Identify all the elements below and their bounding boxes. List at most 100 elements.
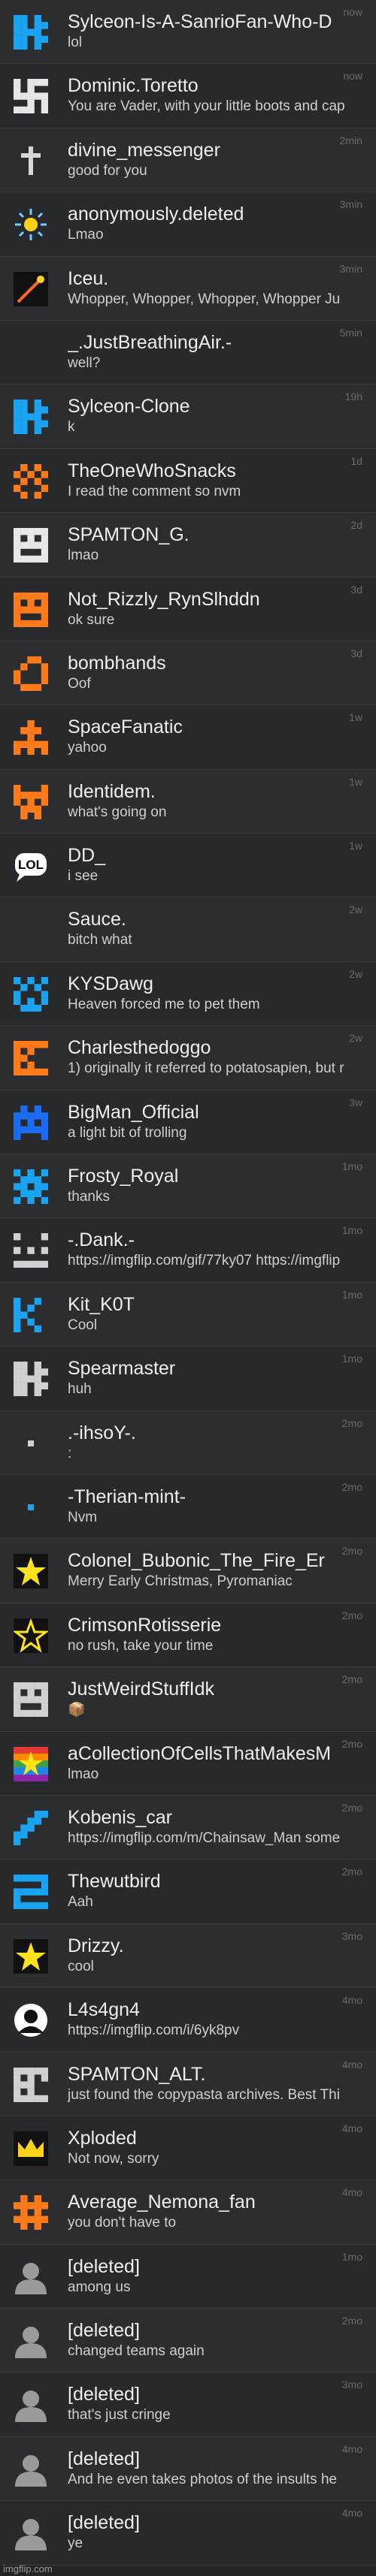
- list-item[interactable]: CrimsonRotisserie no rush, take your time…: [0, 1603, 376, 1668]
- username[interactable]: Dominic.Toretto: [68, 74, 361, 97]
- list-item[interactable]: Xploded Not now, sorry 4mo: [0, 2116, 376, 2181]
- list-item[interactable]: .-ihsoY-.: 2mo: [0, 1410, 376, 1475]
- list-item[interactable]: _.JustBreathingAir.- well? 5min: [0, 320, 376, 385]
- username[interactable]: BigMan_Official: [68, 1101, 361, 1124]
- pixel-orange-c-icon[interactable]: [14, 1041, 48, 1076]
- username[interactable]: Not_Rizzly_RynSlhddn: [68, 588, 361, 611]
- username[interactable]: Sylceon-Is-A-SanrioFan-Who-D: [68, 11, 361, 33]
- list-item[interactable]: Not_Rizzly_RynSlhddn ok sure 3d: [0, 577, 376, 641]
- list-item[interactable]: Colonel_Bubonic_The_Fire_Er Merry Early C…: [0, 1539, 376, 1603]
- list-item[interactable]: TheOneWhoSnacks I read the comment so nvm…: [0, 448, 376, 514]
- list-item[interactable]: JustWeirdStuffIdk 📦 2mo: [0, 1667, 376, 1732]
- default-user-icon[interactable]: [14, 2387, 48, 2423]
- username[interactable]: -.Dank.-: [68, 1229, 361, 1251]
- username[interactable]: TheOneWhoSnacks: [68, 460, 361, 482]
- dot-icon[interactable]: [14, 1490, 48, 1525]
- pixel-face-icon[interactable]: [14, 528, 48, 563]
- username[interactable]: Drizzy.: [68, 1935, 361, 1957]
- blank-icon[interactable]: [14, 912, 48, 947]
- swastika-shape-icon[interactable]: [14, 79, 48, 114]
- pixel-orange-hash-icon[interactable]: [14, 2195, 48, 2231]
- list-item[interactable]: -.Dank.- https://imgflip.com/gif/77ky07 h…: [0, 1218, 376, 1283]
- list-item[interactable]: Charlesthedoggo 1) originally it referred…: [0, 1026, 376, 1090]
- default-user-icon[interactable]: [14, 2260, 48, 2294]
- list-item[interactable]: [deleted] changed teams again 2mo: [0, 2309, 376, 2373]
- username[interactable]: JustWeirdStuffIdk: [68, 1678, 361, 1700]
- star-icon[interactable]: [14, 1554, 48, 1589]
- pixel-blue-s-icon[interactable]: [14, 15, 48, 50]
- sun-icon[interactable]: [14, 207, 48, 242]
- pixel-blue-s2-icon[interactable]: [14, 1875, 48, 1910]
- username[interactable]: L4s4gn4: [68, 1998, 361, 2021]
- username[interactable]: Colonel_Bubonic_The_Fire_Er: [68, 1549, 361, 1572]
- username[interactable]: _.JustBreathingAir.-: [68, 331, 361, 354]
- blank-icon[interactable]: [14, 336, 48, 370]
- username[interactable]: SpaceFanatic: [68, 716, 361, 738]
- list-item[interactable]: Kit_K0T Cool 1mo: [0, 1282, 376, 1347]
- username[interactable]: CrimsonRotisserie: [68, 1614, 361, 1636]
- list-item[interactable]: L4s4gn4 https://imgflip.com/i/6yk8pv 4mo: [0, 1988, 376, 2053]
- list-item[interactable]: divine_messenger good for you 2min: [0, 128, 376, 193]
- pixel-blue-s-icon[interactable]: [14, 400, 48, 435]
- pixel-orange-ring-icon[interactable]: [14, 656, 48, 691]
- username[interactable]: Frosty_Royal: [68, 1165, 361, 1187]
- list-item[interactable]: [deleted] ye 4mo: [0, 2501, 376, 2565]
- username[interactable]: bombhands: [68, 652, 361, 674]
- list-item[interactable]: Iceu. Whopper, Whopper, Whopper, Whopper …: [0, 256, 376, 321]
- username[interactable]: [deleted]: [68, 2255, 361, 2278]
- list-item[interactable]: SPAMTON_ALT. just found the copypasta arc…: [0, 2052, 376, 2116]
- username[interactable]: Charlesthedoggo: [68, 1036, 361, 1059]
- rainbow-star-icon[interactable]: [14, 1746, 48, 1781]
- username[interactable]: Sylceon-Clone: [68, 395, 361, 418]
- list-item[interactable]: Identidem. what's going on 1w: [0, 769, 376, 834]
- list-item[interactable]: Sauce. bitch what 2w: [0, 897, 376, 962]
- pixel-orange-t-icon[interactable]: [14, 720, 48, 756]
- username[interactable]: aCollectionOfCellsThatMakesM: [68, 1742, 361, 1765]
- pixel-blue-diag-icon[interactable]: [14, 1810, 48, 1845]
- username[interactable]: KYSDawg: [68, 973, 361, 995]
- default-user-icon[interactable]: [14, 2516, 48, 2551]
- list-item[interactable]: LOL DD_ i see 1w: [0, 834, 376, 898]
- username[interactable]: Thewutbird: [68, 1870, 361, 1893]
- list-item[interactable]: SpaceFanatic yahoo 1w: [0, 705, 376, 770]
- list-item[interactable]: Thewutbird Aah 2mo: [0, 1860, 376, 1924]
- lol-bubble-icon[interactable]: LOL: [14, 849, 48, 883]
- list-item[interactable]: [deleted] that's just cringe 3mo: [0, 2372, 376, 2437]
- username[interactable]: -Therian-mint-: [68, 1486, 361, 1508]
- username[interactable]: Kit_K0T: [68, 1293, 361, 1316]
- username[interactable]: SPAMTON_ALT.: [68, 2063, 361, 2086]
- username[interactable]: [deleted]: [68, 2511, 361, 2534]
- username[interactable]: Xploded: [68, 2127, 361, 2149]
- username[interactable]: SPAMTON_G.: [68, 523, 361, 546]
- list-item[interactable]: Sylceon-Is-A-SanrioFan-Who-D lol now: [0, 0, 376, 65]
- username[interactable]: Average_Nemona_fan: [68, 2191, 361, 2213]
- list-item[interactable]: -Therian-mint- Nvm 2mo: [0, 1474, 376, 1540]
- list-item[interactable]: [deleted] And he even takes photos of the…: [0, 2436, 376, 2502]
- list-item[interactable]: bombhands Oof 3d: [0, 641, 376, 706]
- username[interactable]: Identidem.: [68, 780, 361, 803]
- cross-icon[interactable]: [14, 143, 48, 178]
- pixel-grey-s-icon[interactable]: [14, 1362, 48, 1397]
- list-item[interactable]: aCollectionOfCellsThatMakesM lmao 2mo: [0, 1731, 376, 1796]
- default-user-icon[interactable]: [14, 2452, 48, 2487]
- pixel-grey-box-icon[interactable]: [14, 1682, 48, 1718]
- person-circle-icon[interactable]: [14, 2003, 48, 2038]
- pixel-grey-face-icon[interactable]: [14, 1233, 48, 1268]
- star-outline-icon[interactable]: [14, 1618, 48, 1653]
- pixel-orange-face-icon[interactable]: [14, 592, 48, 627]
- pixel-blue-k-icon[interactable]: [14, 1297, 48, 1332]
- pixel-blue-cross-icon[interactable]: [14, 1169, 48, 1205]
- username[interactable]: DD_: [68, 844, 361, 867]
- list-item[interactable]: Spearmaster huh 1mo: [0, 1347, 376, 1411]
- list-item[interactable]: Drizzy. cool 3mo: [0, 1923, 376, 1989]
- list-item[interactable]: Frosty_Royal thanks 1mo: [0, 1154, 376, 1219]
- username[interactable]: Sauce.: [68, 908, 361, 931]
- pixel-blue-invader-icon[interactable]: [14, 1105, 48, 1140]
- crown-icon[interactable]: [14, 2131, 48, 2166]
- list-item[interactable]: [deleted] among us 1mo: [0, 2244, 376, 2309]
- list-item[interactable]: Dominic.Toretto You are Vader, with your …: [0, 64, 376, 128]
- list-item[interactable]: KYSDawg Heaven forced me to pet them 2w: [0, 961, 376, 1027]
- username[interactable]: [deleted]: [68, 2383, 361, 2406]
- pixel-grey-face2-icon[interactable]: [14, 2067, 48, 2102]
- username[interactable]: Spearmaster: [68, 1357, 361, 1380]
